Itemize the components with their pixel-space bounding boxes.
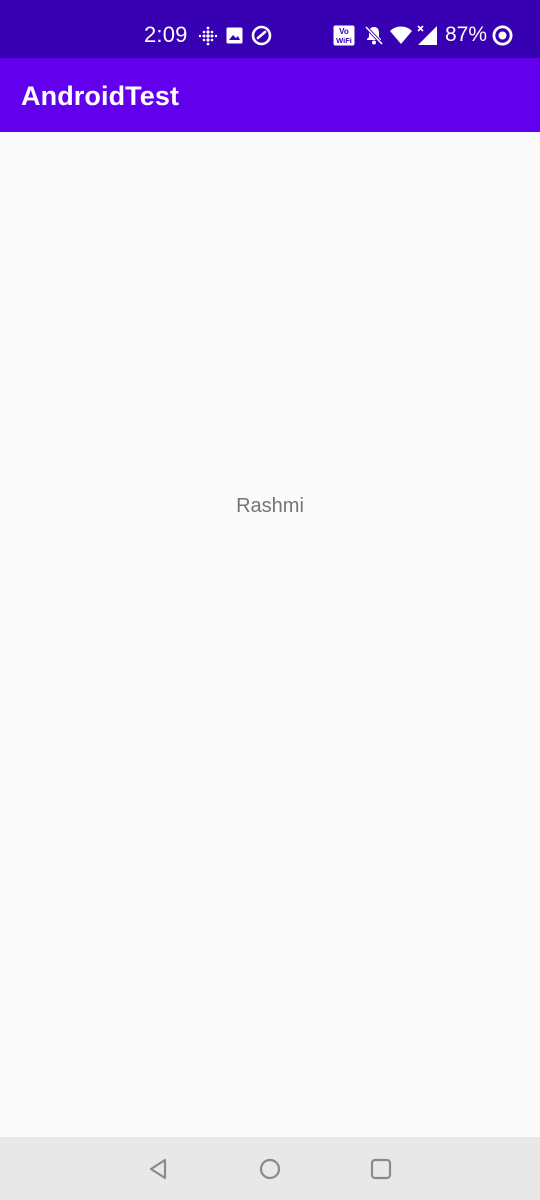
- name-text: Rashmi: [236, 495, 304, 517]
- status-time: 2:09: [144, 22, 188, 47]
- mute-icon: [364, 25, 384, 46]
- main-content: Rashmi: [0, 132, 540, 1137]
- image-icon: [226, 27, 243, 44]
- home-icon[interactable]: [254, 1153, 286, 1185]
- recents-icon[interactable]: [365, 1153, 397, 1185]
- wifi-icon: [390, 26, 412, 44]
- battery-saver-icon: [492, 25, 513, 46]
- status-bar: 2:09 Vo WiFi 87%: [0, 0, 540, 58]
- fitbit-icon: [198, 26, 218, 46]
- vowifi-icon: Vo WiFi: [333, 25, 355, 46]
- app-bar: AndroidTest: [0, 58, 540, 132]
- signal-icon: [417, 25, 437, 45]
- vowifi-label-bottom: WiFi: [336, 36, 352, 45]
- battery-percent: 87%: [445, 23, 488, 46]
- vowifi-label-top: Vo: [339, 27, 349, 36]
- screen: 2:09 Vo WiFi 87% AndroidTest Rashmi: [0, 0, 540, 1200]
- navigation-bar: [0, 1137, 540, 1200]
- app-title: AndroidTest: [21, 81, 180, 111]
- back-icon[interactable]: [143, 1153, 175, 1185]
- vpn-icon: [251, 25, 272, 46]
